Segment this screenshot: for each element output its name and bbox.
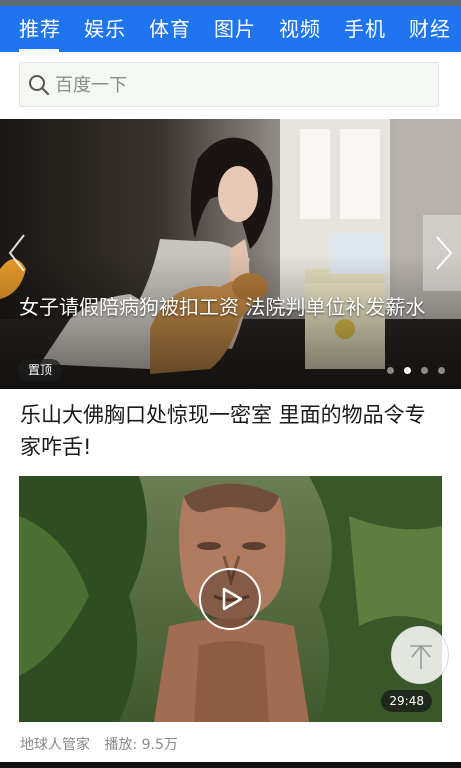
video-duration: 29:48 <box>381 690 432 712</box>
back-to-top-button[interactable] <box>391 626 449 684</box>
tab-pictures[interactable]: 图片 <box>214 6 256 52</box>
pinned-badge: 置顶 <box>18 359 63 381</box>
channel-tabs: 推荐 娱乐 体育 图片 视频 手机 财经 <box>0 6 455 52</box>
bottom-strip <box>0 762 461 768</box>
tab-mobile[interactable]: 手机 <box>344 6 386 52</box>
headline-carousel[interactable]: 女子请假陪病狗被扣工资 法院判单位补发薪水 置顶 <box>0 119 461 389</box>
carousel-dot <box>421 367 428 374</box>
arrow-up-icon <box>410 644 432 669</box>
search-area: 百度一下 <box>0 52 461 119</box>
tab-sports[interactable]: 体育 <box>149 6 191 52</box>
play-icon[interactable] <box>198 567 262 631</box>
tab-finance[interactable]: 财经 <box>409 6 451 52</box>
chevron-left-icon[interactable] <box>0 217 32 289</box>
carousel-dot <box>438 367 445 374</box>
tab-recommend[interactable]: 推荐 <box>19 6 61 52</box>
carousel-caption[interactable]: 女子请假陪病狗被扣工资 法院判单位补发薪水 <box>19 293 449 321</box>
carousel-dot <box>387 367 394 374</box>
search-input[interactable]: 百度一下 <box>19 62 439 107</box>
channel-nav-bar: 推荐 娱乐 体育 图片 视频 手机 财经 <box>0 6 461 52</box>
carousel-photo[interactable] <box>0 119 461 389</box>
video-thumbnail[interactable]: 29:48 <box>19 476 442 722</box>
article-meta: 地球人管家 播放: 9.5万 <box>20 734 188 754</box>
article-title[interactable]: 乐山大佛胸口处惊现一密室 里面的物品令专家咋舌! <box>20 399 445 463</box>
tab-videos[interactable]: 视频 <box>279 6 321 52</box>
carousel-dot-active <box>404 367 411 374</box>
carousel-next-button[interactable] <box>423 215 461 291</box>
search-icon <box>29 75 50 96</box>
chevron-right-icon <box>436 236 453 270</box>
tab-entertainment[interactable]: 娱乐 <box>84 6 126 52</box>
carousel-indicators <box>377 367 445 374</box>
search-placeholder: 百度一下 <box>55 75 127 96</box>
play-count: 播放: 9.5万 <box>104 737 178 753</box>
article-source[interactable]: 地球人管家 <box>20 737 90 753</box>
